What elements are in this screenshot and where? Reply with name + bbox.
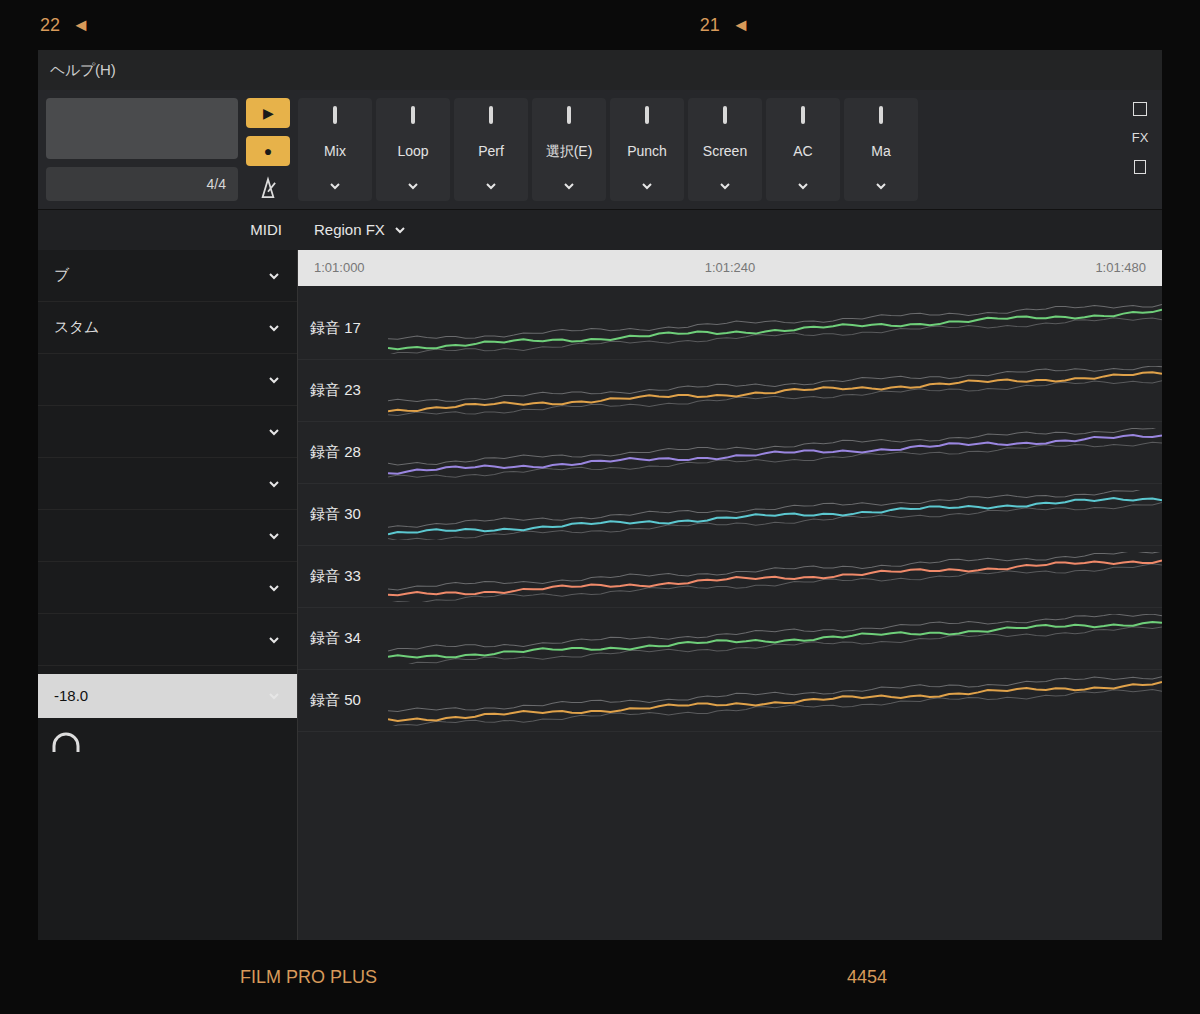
metronome-icon[interactable] bbox=[246, 174, 290, 201]
inspector-row[interactable] bbox=[38, 354, 297, 406]
toolbar-buttons: MixLoopPerf選択(E)PunchScreenACMa bbox=[298, 90, 918, 209]
inspector-row[interactable] bbox=[38, 406, 297, 458]
ruler-tick: 1:01:480 bbox=[1095, 258, 1146, 278]
volume-field[interactable]: -18.0 bbox=[38, 674, 297, 718]
track[interactable]: 録音 50 bbox=[298, 670, 1162, 732]
inspector: ブスタム -18.0 bbox=[38, 250, 298, 940]
daw-screen: ヘルプ(H) 4/4 ▶ ● MixLoopPerf選択(E)PunchScreenAC… bbox=[38, 50, 1162, 940]
chevron-down-icon bbox=[874, 179, 888, 193]
toolbar-button[interactable]: Ma bbox=[844, 98, 918, 201]
meter-box[interactable]: 4/4 bbox=[46, 167, 238, 201]
film-top-strip: 22◄ 21◄ bbox=[0, 0, 1200, 50]
track[interactable]: 録音 17 bbox=[298, 298, 1162, 360]
track-name: 録音 33 bbox=[298, 565, 388, 588]
chevron-down-icon bbox=[328, 179, 342, 193]
inspector-row[interactable] bbox=[38, 458, 297, 510]
toolbar-button[interactable]: Perf bbox=[454, 98, 528, 201]
chevron-down-icon bbox=[484, 179, 498, 193]
fx-button[interactable]: FX bbox=[1132, 128, 1149, 148]
sub-bar: MIDI Region FX bbox=[38, 210, 1162, 250]
track-name: 録音 34 bbox=[298, 627, 388, 650]
photo: 22◄ 21◄ ヘルプ(H) 4/4 ▶ ● MixLoopPerf選択(E)PunchSc… bbox=[0, 0, 1200, 1014]
inspector-row[interactable]: スタム bbox=[38, 302, 297, 354]
track-name: 録音 30 bbox=[298, 503, 388, 526]
ruler-tick: 1:01:000 bbox=[314, 258, 365, 278]
track-name: 録音 50 bbox=[298, 689, 388, 712]
inspector-row[interactable]: ブ bbox=[38, 250, 297, 302]
inspector-row[interactable] bbox=[38, 562, 297, 614]
film-brand: FILM PRO PLUS bbox=[240, 964, 377, 991]
chevron-down-icon bbox=[267, 269, 281, 283]
waveform bbox=[388, 614, 1162, 664]
chevron-down-icon bbox=[406, 179, 420, 193]
menu-item[interactable]: ヘルプ(H) bbox=[50, 59, 116, 82]
chevron-down-icon bbox=[718, 179, 732, 193]
arrange: 1:01:0001:01:2401:01:480録音 17録音 23録音 28録… bbox=[298, 250, 1162, 940]
waveform bbox=[388, 366, 1162, 416]
ruler[interactable]: 1:01:000 1:01:240 1:01:480 bbox=[298, 250, 1162, 286]
track[interactable]: 録音 23 bbox=[298, 360, 1162, 422]
play-button[interactable]: ▶ bbox=[246, 98, 290, 128]
chevron-down-icon bbox=[267, 689, 281, 703]
region-fx[interactable]: Region FX bbox=[298, 219, 407, 242]
toolbar-button[interactable]: Loop bbox=[376, 98, 450, 201]
film-counter: 21◄ bbox=[700, 12, 750, 39]
track[interactable]: 録音 28 bbox=[298, 422, 1162, 484]
toolbar-button[interactable]: 選択(E) bbox=[532, 98, 606, 201]
chevron-down-icon bbox=[267, 529, 281, 543]
chevron-down-icon bbox=[796, 179, 810, 193]
toolbar-button[interactable]: Screen bbox=[688, 98, 762, 201]
inspector-row[interactable] bbox=[38, 510, 297, 562]
menu-bar: ヘルプ(H) bbox=[38, 50, 1162, 90]
ruler-tick: 1:01:240 bbox=[705, 258, 756, 278]
track[interactable]: 録音 33 bbox=[298, 546, 1162, 608]
chevron-down-icon bbox=[267, 477, 281, 491]
record-button[interactable]: ● bbox=[246, 136, 290, 166]
film-bottom-strip: FILM PRO PLUS 4454 bbox=[0, 940, 1200, 1014]
transport: 4/4 ▶ ● bbox=[38, 90, 298, 209]
side-icons: FX bbox=[1118, 90, 1162, 209]
track-name: 録音 23 bbox=[298, 379, 388, 402]
film-counter: 22◄ bbox=[40, 12, 90, 39]
display-box bbox=[46, 98, 238, 159]
waveform bbox=[388, 490, 1162, 540]
main: ブスタム-18.01:01:0001:01:2401:01:480録音 17録音… bbox=[38, 250, 1162, 940]
headphones-icon[interactable] bbox=[46, 726, 86, 766]
waveform bbox=[388, 552, 1162, 602]
chevron-down-icon bbox=[393, 223, 407, 237]
track[interactable]: 録音 34 bbox=[298, 608, 1162, 670]
toolbar-button[interactable]: Punch bbox=[610, 98, 684, 201]
chevron-down-icon bbox=[267, 633, 281, 647]
chevron-down-icon bbox=[267, 321, 281, 335]
film-frame-number: 4454 bbox=[847, 964, 887, 991]
track[interactable]: 録音 30 bbox=[298, 484, 1162, 546]
chevron-down-icon bbox=[267, 373, 281, 387]
track-name: 録音 17 bbox=[298, 317, 388, 340]
chevron-down-icon bbox=[267, 581, 281, 595]
waveform bbox=[388, 304, 1162, 354]
midi-tab[interactable]: MIDI bbox=[250, 219, 282, 242]
toolbar-button[interactable]: Mix bbox=[298, 98, 372, 201]
toolbar: 4/4 ▶ ● MixLoopPerf選択(E)PunchScreenACMa FX bbox=[38, 90, 1162, 210]
waveform bbox=[388, 428, 1162, 478]
waveform bbox=[388, 676, 1162, 726]
chevron-down-icon bbox=[562, 179, 576, 193]
track-list: 録音 17 録音 23 録音 28 録音 30 録音 33 録音 34 録音 50 bbox=[298, 286, 1162, 940]
toolbar-button[interactable]: AC bbox=[766, 98, 840, 201]
track-name: 録音 28 bbox=[298, 441, 388, 464]
inspector-row[interactable] bbox=[38, 614, 297, 666]
chevron-down-icon bbox=[267, 425, 281, 439]
chevron-down-icon bbox=[640, 179, 654, 193]
